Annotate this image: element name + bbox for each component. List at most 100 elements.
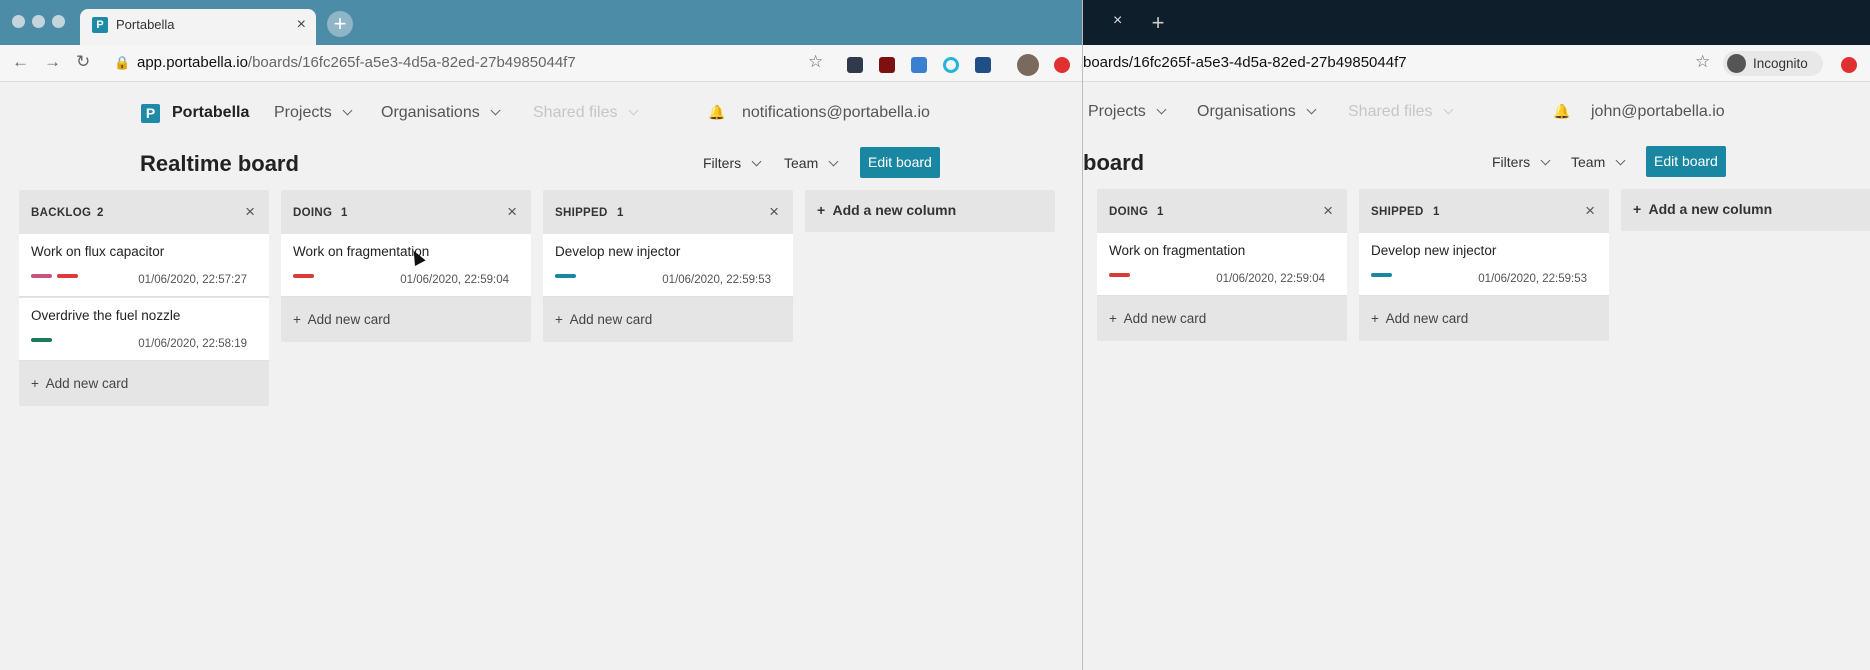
browser-window-incognito: × + boards/16fc265f-a5e3-4d5a-82ed-27b49… [1083, 0, 1870, 670]
minimize-window-icon[interactable] [32, 15, 45, 28]
add-card-text: Add new card [45, 376, 129, 391]
nav-organisations[interactable]: Organisations [381, 104, 501, 122]
extension-grid-icon[interactable] [911, 57, 927, 73]
reload-icon[interactable]: ↻ [76, 52, 90, 72]
extension-update-icon[interactable] [1054, 57, 1070, 73]
ublock-icon[interactable] [879, 57, 895, 73]
card-tags [31, 274, 83, 278]
add-card-label: + Add new card [555, 312, 652, 327]
close-column-icon[interactable]: × [769, 202, 779, 222]
close-column-icon[interactable]: × [245, 202, 255, 222]
add-card-label: + Add new card [31, 376, 128, 391]
bookmark-star-icon[interactable]: ☆ [808, 52, 823, 72]
team-dropdown[interactable]: Team [1571, 154, 1626, 170]
column-shipped: SHIPPED 1 × Develop new injector 01/06/2… [543, 190, 793, 342]
filters-dropdown[interactable]: Filters [1492, 154, 1551, 170]
board-title: Realtime board [140, 151, 299, 176]
add-card-button[interactable]: + Add new card [1097, 297, 1347, 341]
maximize-window-icon[interactable] [52, 15, 65, 28]
chevron-down-icon [1615, 155, 1626, 166]
chevron-down-icon [628, 105, 638, 116]
nav-projects[interactable]: Projects [274, 104, 353, 122]
close-column-icon[interactable]: × [1323, 201, 1333, 221]
extension-update-icon[interactable] [1841, 57, 1857, 73]
tag-red [293, 274, 314, 278]
browser-toolbar: boards/16fc265f-a5e3-4d5a-82ed-27b498504… [1083, 45, 1870, 82]
incognito-icon [1727, 54, 1746, 73]
column-title: DOING [293, 207, 333, 219]
card[interactable]: Work on flux capacitor 01/06/2020, 22:57… [19, 234, 269, 297]
user-email[interactable]: notifications@portabella.io [742, 104, 930, 122]
address-bar[interactable]: boards/16fc265f-a5e3-4d5a-82ed-27b498504… [1083, 54, 1407, 71]
column-title: SHIPPED [555, 207, 608, 219]
chevron-down-icon [1443, 104, 1453, 115]
add-card-text: Add new card [307, 312, 391, 327]
close-column-icon[interactable]: × [507, 202, 517, 222]
browser-window-main: P Portabella × + ← → ↻ 🔒 app.portabella.… [0, 0, 1083, 670]
close-column-icon[interactable]: × [1585, 201, 1595, 221]
close-tab-icon[interactable]: × [297, 16, 306, 34]
portabella-logo-icon[interactable]: P [141, 104, 160, 123]
new-tab-icon[interactable]: + [327, 11, 353, 37]
nav-projects[interactable]: Projects [1088, 103, 1167, 121]
team-label: Team [1571, 154, 1606, 170]
add-column-button[interactable]: + Add a new column [805, 190, 1055, 232]
browser-tab[interactable]: P Portabella × [80, 9, 316, 45]
tab-title: Portabella [116, 17, 175, 32]
back-arrow-icon[interactable]: ← [12, 52, 29, 72]
card-timestamp: 01/06/2020, 22:59:04 [400, 274, 509, 286]
add-column-text: Add a new column [832, 202, 957, 218]
column-title: DOING [1109, 206, 1149, 218]
brand-name[interactable]: Portabella [172, 104, 249, 122]
card[interactable]: Work on fragmentation 01/06/2020, 22:59:… [281, 234, 531, 297]
add-card-button[interactable]: + Add new card [543, 298, 793, 342]
add-card-button[interactable]: + Add new card [1359, 297, 1609, 341]
new-tab-icon[interactable]: + [1145, 11, 1171, 37]
bookmark-star-icon[interactable]: ☆ [1695, 52, 1710, 72]
filters-label: Filters [703, 155, 742, 171]
edit-board-button[interactable]: Edit board [1646, 146, 1726, 177]
lock-icon: 🔒 [114, 55, 131, 70]
card[interactable]: Develop new injector 01/06/2020, 22:59:5… [1359, 233, 1609, 296]
card[interactable]: Develop new injector 01/06/2020, 22:59:5… [543, 234, 793, 297]
team-dropdown[interactable]: Team [784, 155, 839, 171]
filters-dropdown[interactable]: Filters [703, 155, 762, 171]
address-bar[interactable]: app.portabella.io/boards/16fc265f-a5e3-4… [137, 54, 576, 71]
close-window-icon[interactable] [12, 15, 25, 28]
extension-swirl-icon[interactable] [943, 57, 959, 73]
bell-icon[interactable]: 🔔 [1553, 103, 1570, 120]
bell-icon[interactable]: 🔔 [708, 104, 725, 121]
column-header: SHIPPED 1 × [1359, 189, 1609, 233]
close-tab-icon[interactable]: × [1113, 12, 1860, 30]
tag-teal [555, 274, 576, 278]
add-card-button[interactable]: + Add new card [19, 362, 269, 406]
nav-organisations[interactable]: Organisations [1197, 103, 1317, 121]
chevron-down-icon [1540, 155, 1551, 166]
column-count: 1 [617, 207, 624, 219]
portabella-favicon-icon: P [92, 17, 108, 33]
tag-red [1109, 273, 1130, 277]
column-shipped: SHIPPED 1 × Develop new injector 01/06/2… [1359, 189, 1609, 341]
url-host: app.portabella.io [137, 54, 248, 71]
chevron-down-icon [1156, 104, 1167, 115]
forward-arrow-icon[interactable]: → [44, 52, 61, 72]
card-title: Develop new injector [555, 244, 681, 259]
tab-strip: P Portabella × + [0, 0, 1082, 45]
profile-avatar[interactable] [1017, 54, 1039, 76]
user-email[interactable]: john@portabella.io [1591, 103, 1725, 121]
nav-shared-files-label: Shared files [533, 104, 618, 121]
card-title: Work on fragmentation [1109, 243, 1246, 258]
add-column-button[interactable]: + Add a new column [1621, 189, 1870, 231]
extension-dots-icon[interactable] [847, 57, 863, 73]
add-card-button[interactable]: + Add new card [281, 298, 531, 342]
card[interactable]: Work on fragmentation 01/06/2020, 22:59:… [1097, 233, 1347, 296]
plus-icon: + [1371, 311, 1379, 326]
card-tags [31, 338, 57, 342]
edit-board-button[interactable]: Edit board [860, 147, 940, 178]
incognito-badge[interactable]: Incognito [1723, 51, 1823, 76]
card[interactable]: Overdrive the fuel nozzle 01/06/2020, 22… [19, 298, 269, 361]
extension-bars-icon[interactable] [975, 57, 991, 73]
column-doing: DOING 1 × Work on fragmentation 01/06/20… [1097, 189, 1347, 341]
card-timestamp: 01/06/2020, 22:58:19 [138, 338, 247, 350]
chevron-down-icon [490, 105, 501, 116]
